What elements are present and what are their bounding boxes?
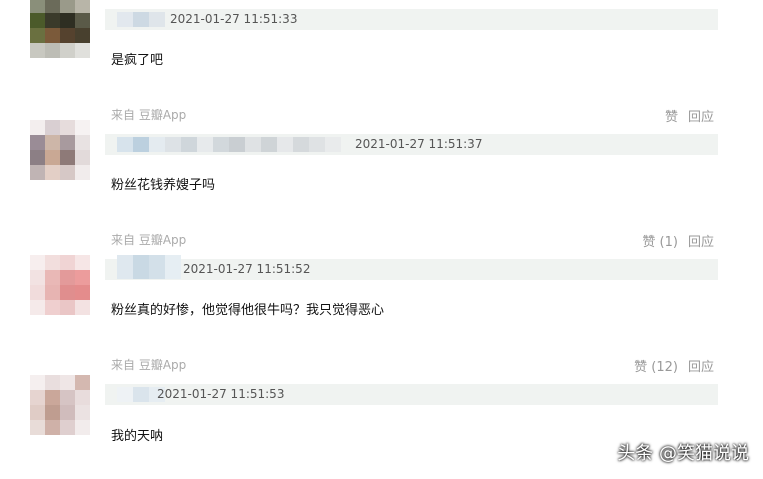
comment-meta-bar: 2021-01-27 11:51:33 — [105, 9, 718, 30]
comment-text: 粉丝花钱养嫂子吗 — [111, 178, 216, 193]
like-button[interactable]: 赞 (12) — [634, 356, 678, 375]
comment-source: 来自 豆瓣App — [111, 233, 187, 247]
comment-actions: 赞 (1) 回应 — [642, 231, 714, 250]
comment-source: 来自 豆瓣App — [111, 108, 187, 122]
like-button[interactable]: 赞 (1) — [642, 231, 678, 250]
comment-text: 我的天呐 — [111, 429, 164, 444]
comment-meta-bar: 2021-01-27 11:51:37 — [105, 134, 718, 155]
comment-text: 是疯了吧 — [111, 53, 164, 68]
like-button[interactable]: 赞 — [665, 106, 678, 125]
comment-meta-bar: 2021-01-27 11:51:53 — [105, 384, 718, 405]
username-blurred[interactable] — [117, 12, 165, 27]
comment-timestamp: 2021-01-27 11:51:33 — [170, 12, 298, 26]
reply-button[interactable]: 回应 — [688, 106, 714, 125]
avatar[interactable] — [30, 120, 90, 180]
comment-source: 来自 豆瓣App — [111, 358, 187, 372]
reply-button[interactable]: 回应 — [688, 231, 714, 250]
comment-timestamp: 2021-01-27 11:51:37 — [355, 137, 483, 151]
avatar[interactable] — [30, 0, 90, 58]
comment-meta-bar: 2021-01-27 11:51:52 — [105, 255, 718, 280]
comment-timestamp: 2021-01-27 11:51:52 — [183, 262, 311, 276]
avatar[interactable] — [30, 375, 90, 435]
reply-button[interactable]: 回应 — [688, 356, 714, 375]
comment-timestamp: 2021-01-27 11:51:53 — [157, 387, 285, 401]
username-blurred[interactable] — [117, 255, 181, 279]
comment-text: 粉丝真的好惨，他觉得他很牛吗？我只觉得恶心 — [111, 303, 385, 318]
watermark: 头条 @笑猫说说 — [617, 443, 749, 464]
username-blurred[interactable] — [117, 137, 341, 152]
comment-actions: 赞 (12) 回应 — [634, 356, 714, 375]
comment-actions: 赞 回应 — [665, 106, 714, 125]
avatar[interactable] — [30, 255, 90, 315]
